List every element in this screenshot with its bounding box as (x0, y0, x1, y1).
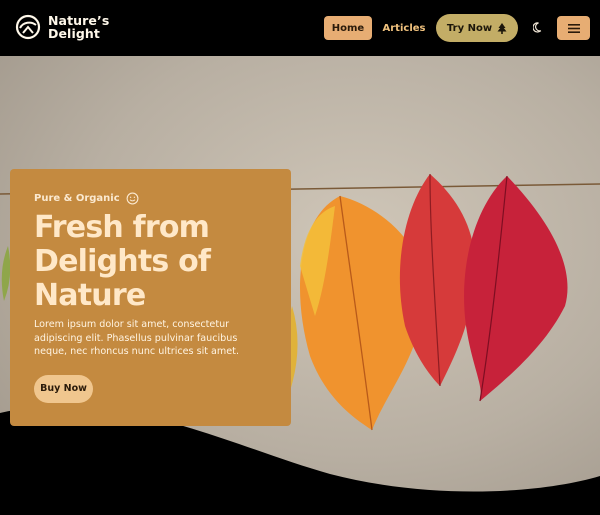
hero-headline: Fresh from Delights of Nature (34, 211, 271, 313)
try-now-button[interactable]: Try Now (436, 14, 518, 42)
tree-icon (497, 22, 507, 34)
brand-logo[interactable]: Nature’s Delight (14, 13, 109, 41)
hero-headline-line1: Fresh from (34, 210, 210, 245)
hero-eyebrow: Pure & Organic (34, 192, 271, 205)
hero-eyebrow-text: Pure & Organic (34, 193, 120, 204)
hero-card: Pure & Organic Fresh from Delights of Na… (10, 169, 291, 426)
leaf-circle-icon (15, 14, 41, 40)
hero-headline-line2: Delights of (34, 244, 211, 279)
brand-name: Nature’s Delight (48, 14, 109, 40)
hero-headline-line3: Nature (34, 278, 146, 313)
nav-home-link[interactable]: Home (324, 16, 372, 40)
try-now-label: Try Now (446, 22, 493, 34)
smile-icon (126, 192, 139, 205)
hero-description: Lorem ipsum dolor sit amet, consectetur … (34, 319, 239, 357)
buy-now-button[interactable]: Buy Now (34, 374, 93, 403)
menu-button[interactable] (557, 16, 590, 40)
hamburger-icon (567, 23, 580, 33)
site-header: Nature’s Delight Home Articles Try Now (0, 0, 600, 56)
brand-name-line2: Delight (48, 26, 100, 41)
hero-section: Pure & Organic Fresh from Delights of Na… (0, 56, 600, 515)
moon-icon (532, 21, 541, 33)
nav-articles-link[interactable]: Articles (382, 16, 426, 40)
theme-toggle-button[interactable] (531, 20, 545, 34)
